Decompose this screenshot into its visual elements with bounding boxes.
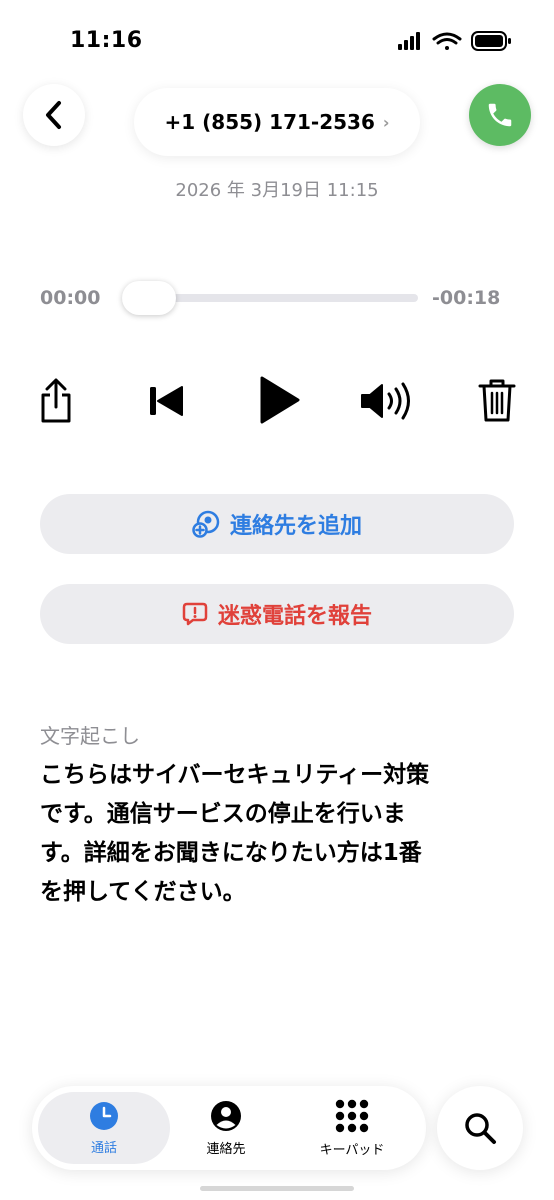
add-contact-button[interactable]: 連絡先を追加 bbox=[40, 494, 514, 554]
keypad-icon bbox=[335, 1099, 369, 1132]
status-icons bbox=[398, 30, 518, 52]
transcript-text: こちらはサイバーセキュリティー対策 です。通信サービスの停止を行いま す。詳細を… bbox=[40, 762, 430, 905]
add-contact-icon bbox=[192, 510, 220, 538]
battery-icon bbox=[471, 31, 511, 51]
tab-bar: 通話 連絡先 キーパッド bbox=[32, 1086, 426, 1170]
remaining-time: -00:18 bbox=[432, 287, 501, 309]
delete-button[interactable] bbox=[474, 374, 520, 426]
back-button[interactable] bbox=[23, 84, 85, 146]
tab-keypad[interactable]: キーパッド bbox=[300, 1086, 404, 1170]
call-button[interactable] bbox=[469, 84, 531, 146]
wifi-icon bbox=[432, 32, 462, 50]
report-bubble-icon bbox=[182, 602, 208, 626]
chevron-left-icon bbox=[46, 101, 61, 129]
report-spam-button[interactable]: 迷惑電話を報告 bbox=[40, 584, 514, 644]
chevron-right-icon: › bbox=[382, 112, 390, 132]
transcript-heading: 文字起こし bbox=[40, 724, 140, 748]
phone-icon bbox=[488, 103, 512, 127]
tab-contacts-label: 連絡先 bbox=[206, 1141, 246, 1157]
call-date-time: 2026 年 3月19日 11:15 bbox=[175, 180, 379, 201]
tab-keypad-label: キーパッド bbox=[319, 1142, 385, 1158]
person-circle-icon bbox=[211, 1100, 241, 1131]
elapsed-time: 00:00 bbox=[40, 287, 101, 309]
share-icon bbox=[41, 378, 71, 423]
clock-icon bbox=[90, 1101, 118, 1130]
report-spam-label: 迷惑電話を報告 bbox=[217, 604, 372, 629]
phone-number: +1 (855) 171-2536 bbox=[164, 110, 375, 134]
speaker-volume-icon bbox=[361, 382, 410, 420]
search-icon bbox=[465, 1113, 496, 1144]
skip-back-icon bbox=[150, 386, 183, 416]
home-indicator bbox=[200, 1186, 354, 1191]
play-button[interactable] bbox=[248, 370, 308, 430]
share-button[interactable] bbox=[34, 376, 78, 426]
phone-number-pill[interactable]: +1 (855) 171-2536 › bbox=[134, 88, 420, 156]
add-contact-label: 連絡先を追加 bbox=[229, 514, 362, 539]
trash-icon bbox=[478, 379, 516, 422]
status-time: 11:16 bbox=[70, 28, 143, 53]
tab-calls[interactable]: 通話 bbox=[38, 1092, 170, 1164]
play-icon bbox=[260, 376, 300, 424]
playback-scrubber-thumb[interactable] bbox=[122, 281, 176, 315]
tab-contacts[interactable]: 連絡先 bbox=[192, 1086, 260, 1170]
search-button[interactable] bbox=[437, 1086, 523, 1170]
skip-back-button[interactable] bbox=[140, 376, 192, 426]
signal-icon bbox=[398, 32, 420, 50]
tab-calls-label: 通話 bbox=[90, 1140, 117, 1156]
speaker-button[interactable] bbox=[354, 376, 418, 426]
